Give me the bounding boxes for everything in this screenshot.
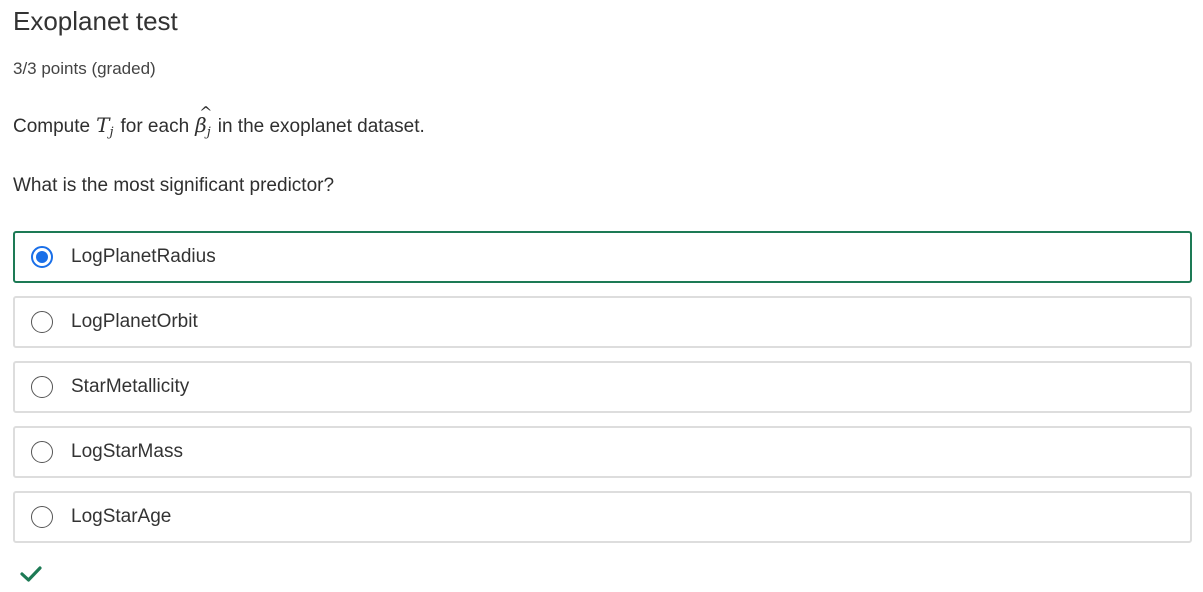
- math-beta-subscript: j: [206, 125, 211, 140]
- option-logstarmass[interactable]: LogStarMass: [13, 426, 1192, 478]
- problem-title: Exoplanet test: [13, 6, 178, 36]
- hat-accent: ^: [199, 103, 213, 122]
- option-label: LogPlanetOrbit: [71, 311, 198, 332]
- option-logplanetorbit[interactable]: LogPlanetOrbit: [13, 296, 1192, 348]
- question-prefix: Compute: [13, 116, 91, 137]
- option-label: LogPlanetRadius: [71, 246, 216, 267]
- radio-button[interactable]: [31, 246, 53, 268]
- math-t-j: Tj: [96, 113, 113, 140]
- radio-button[interactable]: [31, 311, 53, 333]
- option-logstarage[interactable]: LogStarAge: [13, 491, 1192, 543]
- question-suffix: in the exoplanet dataset.: [217, 116, 425, 137]
- option-label: LogStarMass: [71, 441, 183, 462]
- question-prompt: What is the most significant predictor?: [13, 175, 335, 196]
- option-label: LogStarAge: [71, 506, 172, 527]
- option-label: StarMetallicity: [71, 376, 190, 397]
- checkmark-icon: [20, 566, 42, 582]
- option-starmetallicity[interactable]: StarMetallicity: [13, 361, 1192, 413]
- radio-button[interactable]: [31, 441, 53, 463]
- option-logplanetradius[interactable]: LogPlanetRadius: [13, 231, 1192, 283]
- math-beta-hat-j: ^ βj: [195, 103, 212, 140]
- math-t-subscript: j: [109, 125, 114, 140]
- radio-button[interactable]: [31, 506, 53, 528]
- points-status: 3/3 points (graded): [13, 59, 156, 78]
- question-text: Compute Tj for each ^ βj in the exoplanet…: [13, 103, 425, 140]
- radio-button[interactable]: [31, 376, 53, 398]
- math-t-symbol: T: [96, 113, 110, 137]
- question-middle: for each: [120, 116, 190, 137]
- answer-options: LogPlanetRadius LogPlanetOrbit StarMetal…: [13, 231, 1192, 556]
